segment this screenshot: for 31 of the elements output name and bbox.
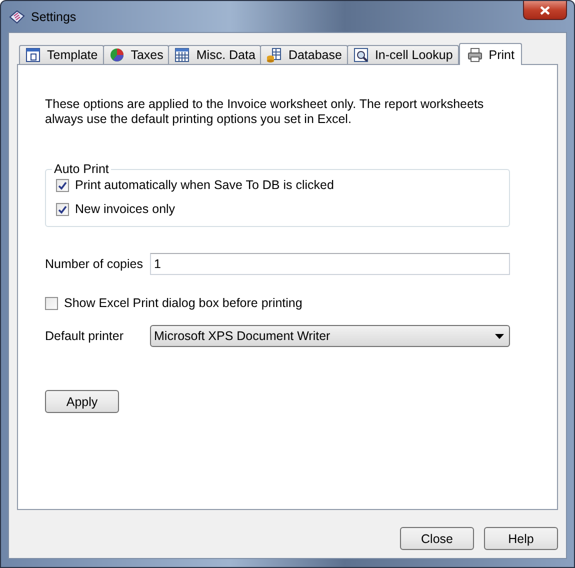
checkbox-label: Show Excel Print dialog box before printing bbox=[64, 296, 302, 310]
printer-dropdown[interactable]: Microsoft XPS Document Writer bbox=[150, 325, 510, 347]
checkbox[interactable] bbox=[56, 202, 69, 216]
checkbox[interactable] bbox=[45, 296, 58, 310]
close-icon bbox=[540, 6, 550, 14]
tab-icon bbox=[174, 47, 190, 63]
tab-icon bbox=[352, 47, 369, 63]
checkbox-label: New invoices only bbox=[75, 202, 176, 216]
tab-icon bbox=[25, 47, 41, 63]
checkbox[interactable] bbox=[56, 178, 69, 192]
checkbox-label: Print automatically when Save To DB is clicked bbox=[75, 178, 334, 192]
window-title: Settings bbox=[31, 10, 76, 24]
app-icon bbox=[9, 10, 25, 24]
tab[interactable]: Taxes bbox=[102, 45, 170, 64]
copies-field[interactable]: 1 bbox=[150, 253, 510, 275]
field-label: Number of copies bbox=[45, 257, 144, 271]
tab[interactable]: Template bbox=[19, 45, 104, 64]
apply-button[interactable]: Apply bbox=[45, 390, 119, 413]
tab-icon bbox=[466, 46, 483, 62]
tab[interactable]: Database bbox=[260, 45, 348, 64]
tab[interactable]: Misc. Data bbox=[168, 45, 262, 64]
group-title: Auto Print bbox=[53, 162, 110, 176]
tab[interactable]: Print bbox=[458, 43, 522, 65]
dialog-button[interactable]: Close bbox=[400, 527, 474, 550]
field-label: Default printer bbox=[45, 329, 125, 343]
intro-text: These options are applied to the Invoice worksheet only. The report worksheets always use the default printing options you set in Excel. bbox=[45, 97, 485, 127]
dropdown-arrow-icon bbox=[495, 334, 504, 338]
tab[interactable]: In-cell Lookup bbox=[346, 45, 459, 64]
tab-icon bbox=[108, 47, 125, 63]
close-button[interactable] bbox=[523, 1, 567, 20]
dialog-button[interactable]: Help bbox=[484, 527, 558, 550]
